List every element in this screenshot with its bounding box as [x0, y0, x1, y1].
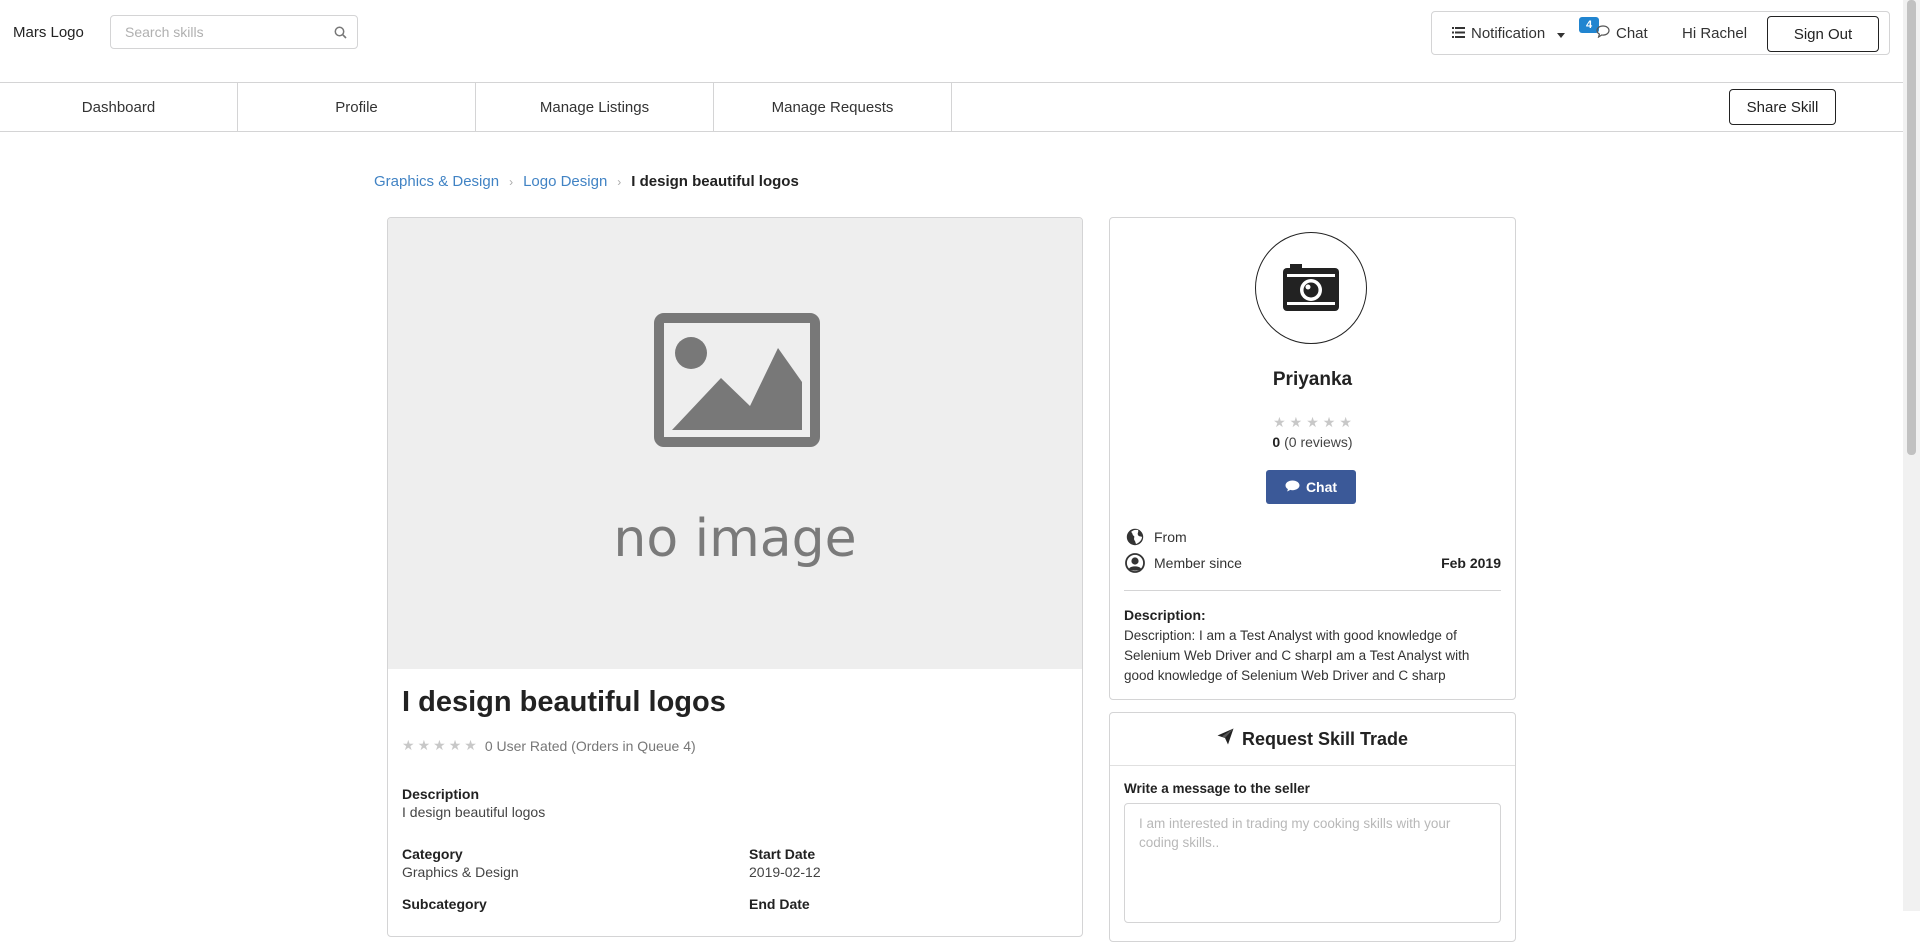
start-date-label: Start Date: [749, 846, 816, 862]
rating-summary: 0 User Rated (Orders in Queue 4): [484, 737, 696, 754]
member-since-label: Member since: [1154, 555, 1242, 571]
user-greeting[interactable]: Hi Rachel: [1682, 25, 1747, 42]
star-icon[interactable]: ★: [402, 737, 415, 754]
nav-item-dashboard[interactable]: Dashboard: [0, 83, 238, 131]
user-circle-icon: [1124, 552, 1146, 574]
trade-header: Request Skill Trade: [1110, 713, 1515, 766]
notification-dropdown[interactable]: Notification 4: [1452, 17, 1600, 42]
star-icon[interactable]: ★: [418, 737, 431, 754]
notification-label: Notification: [1471, 25, 1546, 42]
chat-button-label: Chat: [1305, 479, 1338, 495]
search-icon[interactable]: [334, 26, 347, 42]
star-icon: ★: [1289, 414, 1303, 430]
paper-plane-icon: [1217, 728, 1234, 750]
page-scrollbar[interactable]: [1903, 0, 1920, 911]
seller-profile-card: Priyanka ★ ★ ★ ★ ★ 0 (0 reviews) Chat Fr…: [1109, 217, 1516, 700]
skill-detail-card: no image I design beautiful logos ★ ★ ★ …: [387, 217, 1083, 937]
seller-name[interactable]: Priyanka: [1110, 369, 1515, 391]
search-input[interactable]: [123, 16, 327, 48]
chevron-right-icon: ›: [617, 174, 622, 189]
skill-rating: ★ ★ ★ ★ ★ 0 User Rated (Orders in Queue …: [402, 737, 696, 754]
sign-out-button[interactable]: Sign Out: [1767, 16, 1879, 52]
divider: [1124, 590, 1501, 591]
description-value: I design beautiful logos: [402, 804, 546, 820]
end-date-field: End Date: [749, 896, 810, 912]
chat-link[interactable]: Chat: [1596, 25, 1648, 42]
start-date-value: 2019-02-12: [749, 864, 821, 880]
from-label: From: [1154, 529, 1187, 545]
no-image-icon: no image: [613, 313, 857, 569]
star-icon[interactable]: ★: [464, 737, 477, 754]
chat-label: Chat: [1616, 25, 1648, 42]
breadcrumb-current: I design beautiful logos: [631, 173, 799, 190]
nav-item-manage-listings[interactable]: Manage Listings: [476, 83, 714, 131]
nav-item-manage-requests[interactable]: Manage Requests: [714, 83, 952, 131]
list-icon: [1452, 25, 1465, 42]
chat-with-seller-button[interactable]: Chat: [1266, 470, 1356, 504]
trade-message-input[interactable]: [1124, 803, 1501, 923]
category-label: Category: [402, 846, 463, 862]
skill-title: I design beautiful logos: [402, 686, 726, 718]
camera-icon: [1283, 264, 1339, 311]
seller-star-rating: ★ ★ ★ ★ ★: [1110, 414, 1515, 431]
star-icon: ★: [1339, 414, 1352, 430]
seller-description-label: Description:: [1124, 607, 1206, 623]
seller-from-row: From: [1124, 526, 1501, 548]
search-box: [110, 15, 358, 49]
star-icon[interactable]: ★: [433, 737, 446, 754]
request-skill-trade-card: Request Skill Trade Write a message to t…: [1109, 712, 1516, 942]
star-rating: ★ ★ ★ ★ ★: [402, 737, 477, 754]
seller-rating-value: 0: [1272, 434, 1281, 450]
skill-image-placeholder: no image: [388, 218, 1082, 669]
member-since-row: Member since Feb 2019: [1124, 552, 1501, 574]
chat-bubble-icon: [1285, 479, 1300, 495]
star-icon: ★: [1306, 414, 1319, 430]
star-icon[interactable]: ★: [449, 737, 462, 754]
user-menu: Notification 4 Chat Hi Rachel Sign Out: [1431, 11, 1890, 55]
trade-message-label: Write a message to the seller: [1124, 781, 1310, 796]
breadcrumb: Graphics & Design › Logo Design › I desi…: [374, 173, 799, 190]
description-field: Description I design beautiful logos: [402, 786, 545, 820]
member-since-value: Feb 2019: [1441, 555, 1501, 571]
star-icon: ★: [1273, 414, 1286, 430]
top-bar: Mars Logo Notification 4 Chat Hi Rachel …: [0, 0, 1903, 82]
start-date-field: Start Date 2019-02-12: [749, 846, 821, 880]
end-date-label: End Date: [749, 896, 810, 912]
star-icon: ★: [1322, 414, 1336, 430]
description-label: Description: [402, 786, 480, 802]
main-nav: Dashboard Profile Manage Listings Manage…: [0, 82, 1903, 132]
subcategory-label: Subcategory: [402, 896, 487, 912]
category-field: Category Graphics & Design: [402, 846, 519, 880]
seller-description: Description: I am a Test Analyst with go…: [1124, 628, 1470, 683]
seller-avatar: [1255, 232, 1367, 344]
subcategory-field: Subcategory: [402, 896, 487, 912]
nav-item-profile[interactable]: Profile: [238, 83, 476, 131]
chevron-right-icon: ›: [509, 174, 514, 189]
category-value: Graphics & Design: [402, 864, 519, 880]
scrollbar-thumb[interactable]: [1907, 0, 1916, 455]
share-skill-button[interactable]: Share Skill: [1729, 89, 1836, 125]
no-image-label: no image: [613, 509, 856, 569]
globe-icon: [1124, 526, 1146, 548]
site-logo[interactable]: Mars Logo: [13, 24, 84, 41]
breadcrumb-link-category[interactable]: Graphics & Design: [374, 173, 499, 190]
caret-down-icon: [1557, 25, 1566, 42]
trade-title: Request Skill Trade: [1241, 728, 1409, 749]
chat-bubble-icon: [1596, 25, 1610, 42]
seller-reviews: 0 (0 reviews): [1110, 434, 1515, 450]
seller-review-count: (0 reviews): [1284, 434, 1353, 450]
breadcrumb-link-subcategory[interactable]: Logo Design: [523, 173, 607, 190]
